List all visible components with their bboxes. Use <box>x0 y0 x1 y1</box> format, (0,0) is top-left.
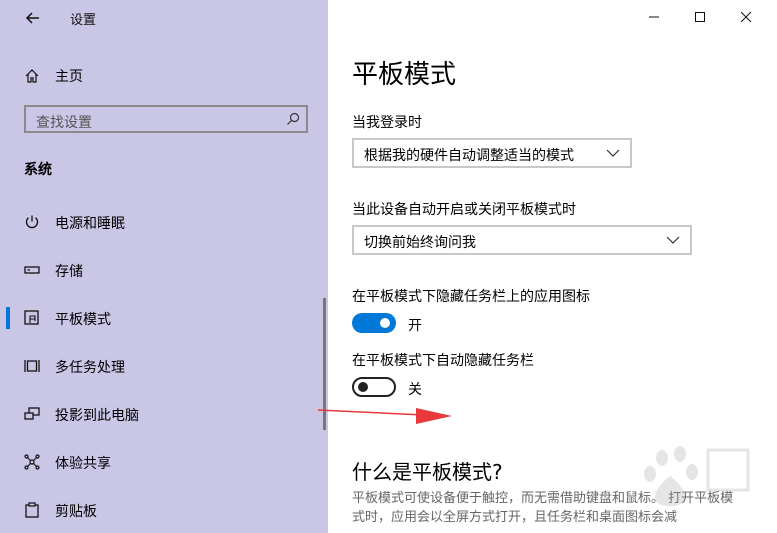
home-icon <box>25 69 39 83</box>
sidebar-item-multitasking[interactable]: 多任务处理 <box>0 351 320 381</box>
hide-icons-state: 开 <box>408 318 422 334</box>
signin-label: 当我登录时 <box>352 115 422 131</box>
sidebar-item-label: 投影到此电脑 <box>55 408 139 424</box>
power-icon <box>25 215 39 229</box>
auto-hide-label: 在平板模式下自动隐藏任务栏 <box>352 353 534 369</box>
hide-icons-label: 在平板模式下隐藏任务栏上的应用图标 <box>352 289 590 305</box>
toggle-knob <box>380 318 390 328</box>
sidebar-item-label: 体验共享 <box>55 456 111 472</box>
chevron-down-icon <box>606 149 620 157</box>
back-button[interactable] <box>22 7 44 29</box>
search-placeholder: 查找设置 <box>36 115 92 131</box>
hide-icons-toggle[interactable] <box>352 313 396 333</box>
sidebar: 设置 主页 查找设置 系统 电源和睡眠 存储 平板模式 多任务处理 投影到此电脑… <box>0 0 328 533</box>
back-arrow-icon <box>25 12 39 24</box>
project-icon <box>24 407 40 420</box>
toggle-knob <box>358 382 368 392</box>
sidebar-item-label: 多任务处理 <box>55 360 125 376</box>
search-input[interactable]: 查找设置 <box>24 105 308 133</box>
auto-hide-toggle[interactable] <box>352 377 396 397</box>
sidebar-item-label: 存储 <box>55 264 83 280</box>
signin-mode-value: 根据我的硬件自动调整适当的模式 <box>364 148 574 164</box>
search-icon <box>287 112 300 125</box>
auto-switch-label: 当此设备自动开启或关闭平板模式时 <box>352 202 576 218</box>
share-icon <box>24 454 40 470</box>
storage-icon <box>24 266 40 274</box>
watermark-logo-icon <box>644 446 750 506</box>
title-bar: 设置 <box>0 0 328 36</box>
sidebar-item-storage[interactable]: 存储 <box>0 255 320 285</box>
sidebar-item-power[interactable]: 电源和睡眠 <box>0 207 320 237</box>
signin-mode-dropdown[interactable]: 根据我的硬件自动调整适当的模式 <box>352 138 632 168</box>
section-title: 系统 <box>24 162 52 178</box>
auto-hide-state: 关 <box>408 382 422 398</box>
sidebar-item-project[interactable]: 投影到此电脑 <box>0 399 320 429</box>
clipboard-icon <box>25 502 39 518</box>
sidebar-item-tablet-mode[interactable]: 平板模式 <box>0 303 320 333</box>
home-link[interactable]: 主页 <box>24 64 83 88</box>
sidebar-item-label: 电源和睡眠 <box>55 216 125 232</box>
window-title: 设置 <box>70 13 97 28</box>
multitasking-icon <box>24 360 40 372</box>
chevron-down-icon <box>666 236 680 244</box>
annotation-arrow-icon <box>317 408 452 424</box>
home-label: 主页 <box>55 69 83 85</box>
auto-switch-value: 切换前始终询问我 <box>364 235 476 251</box>
sidebar-item-share[interactable]: 体验共享 <box>0 447 320 477</box>
page-title: 平板模式 <box>352 60 457 90</box>
auto-switch-dropdown[interactable]: 切换前始终询问我 <box>352 225 692 255</box>
sidebar-item-label: 平板模式 <box>55 312 111 328</box>
what-is-title: 什么是平板模式? <box>352 460 503 484</box>
sidebar-item-label: 剪贴板 <box>55 504 97 520</box>
sidebar-item-clipboard[interactable]: 剪贴板 <box>0 495 320 525</box>
tablet-mode-icon <box>24 310 39 325</box>
